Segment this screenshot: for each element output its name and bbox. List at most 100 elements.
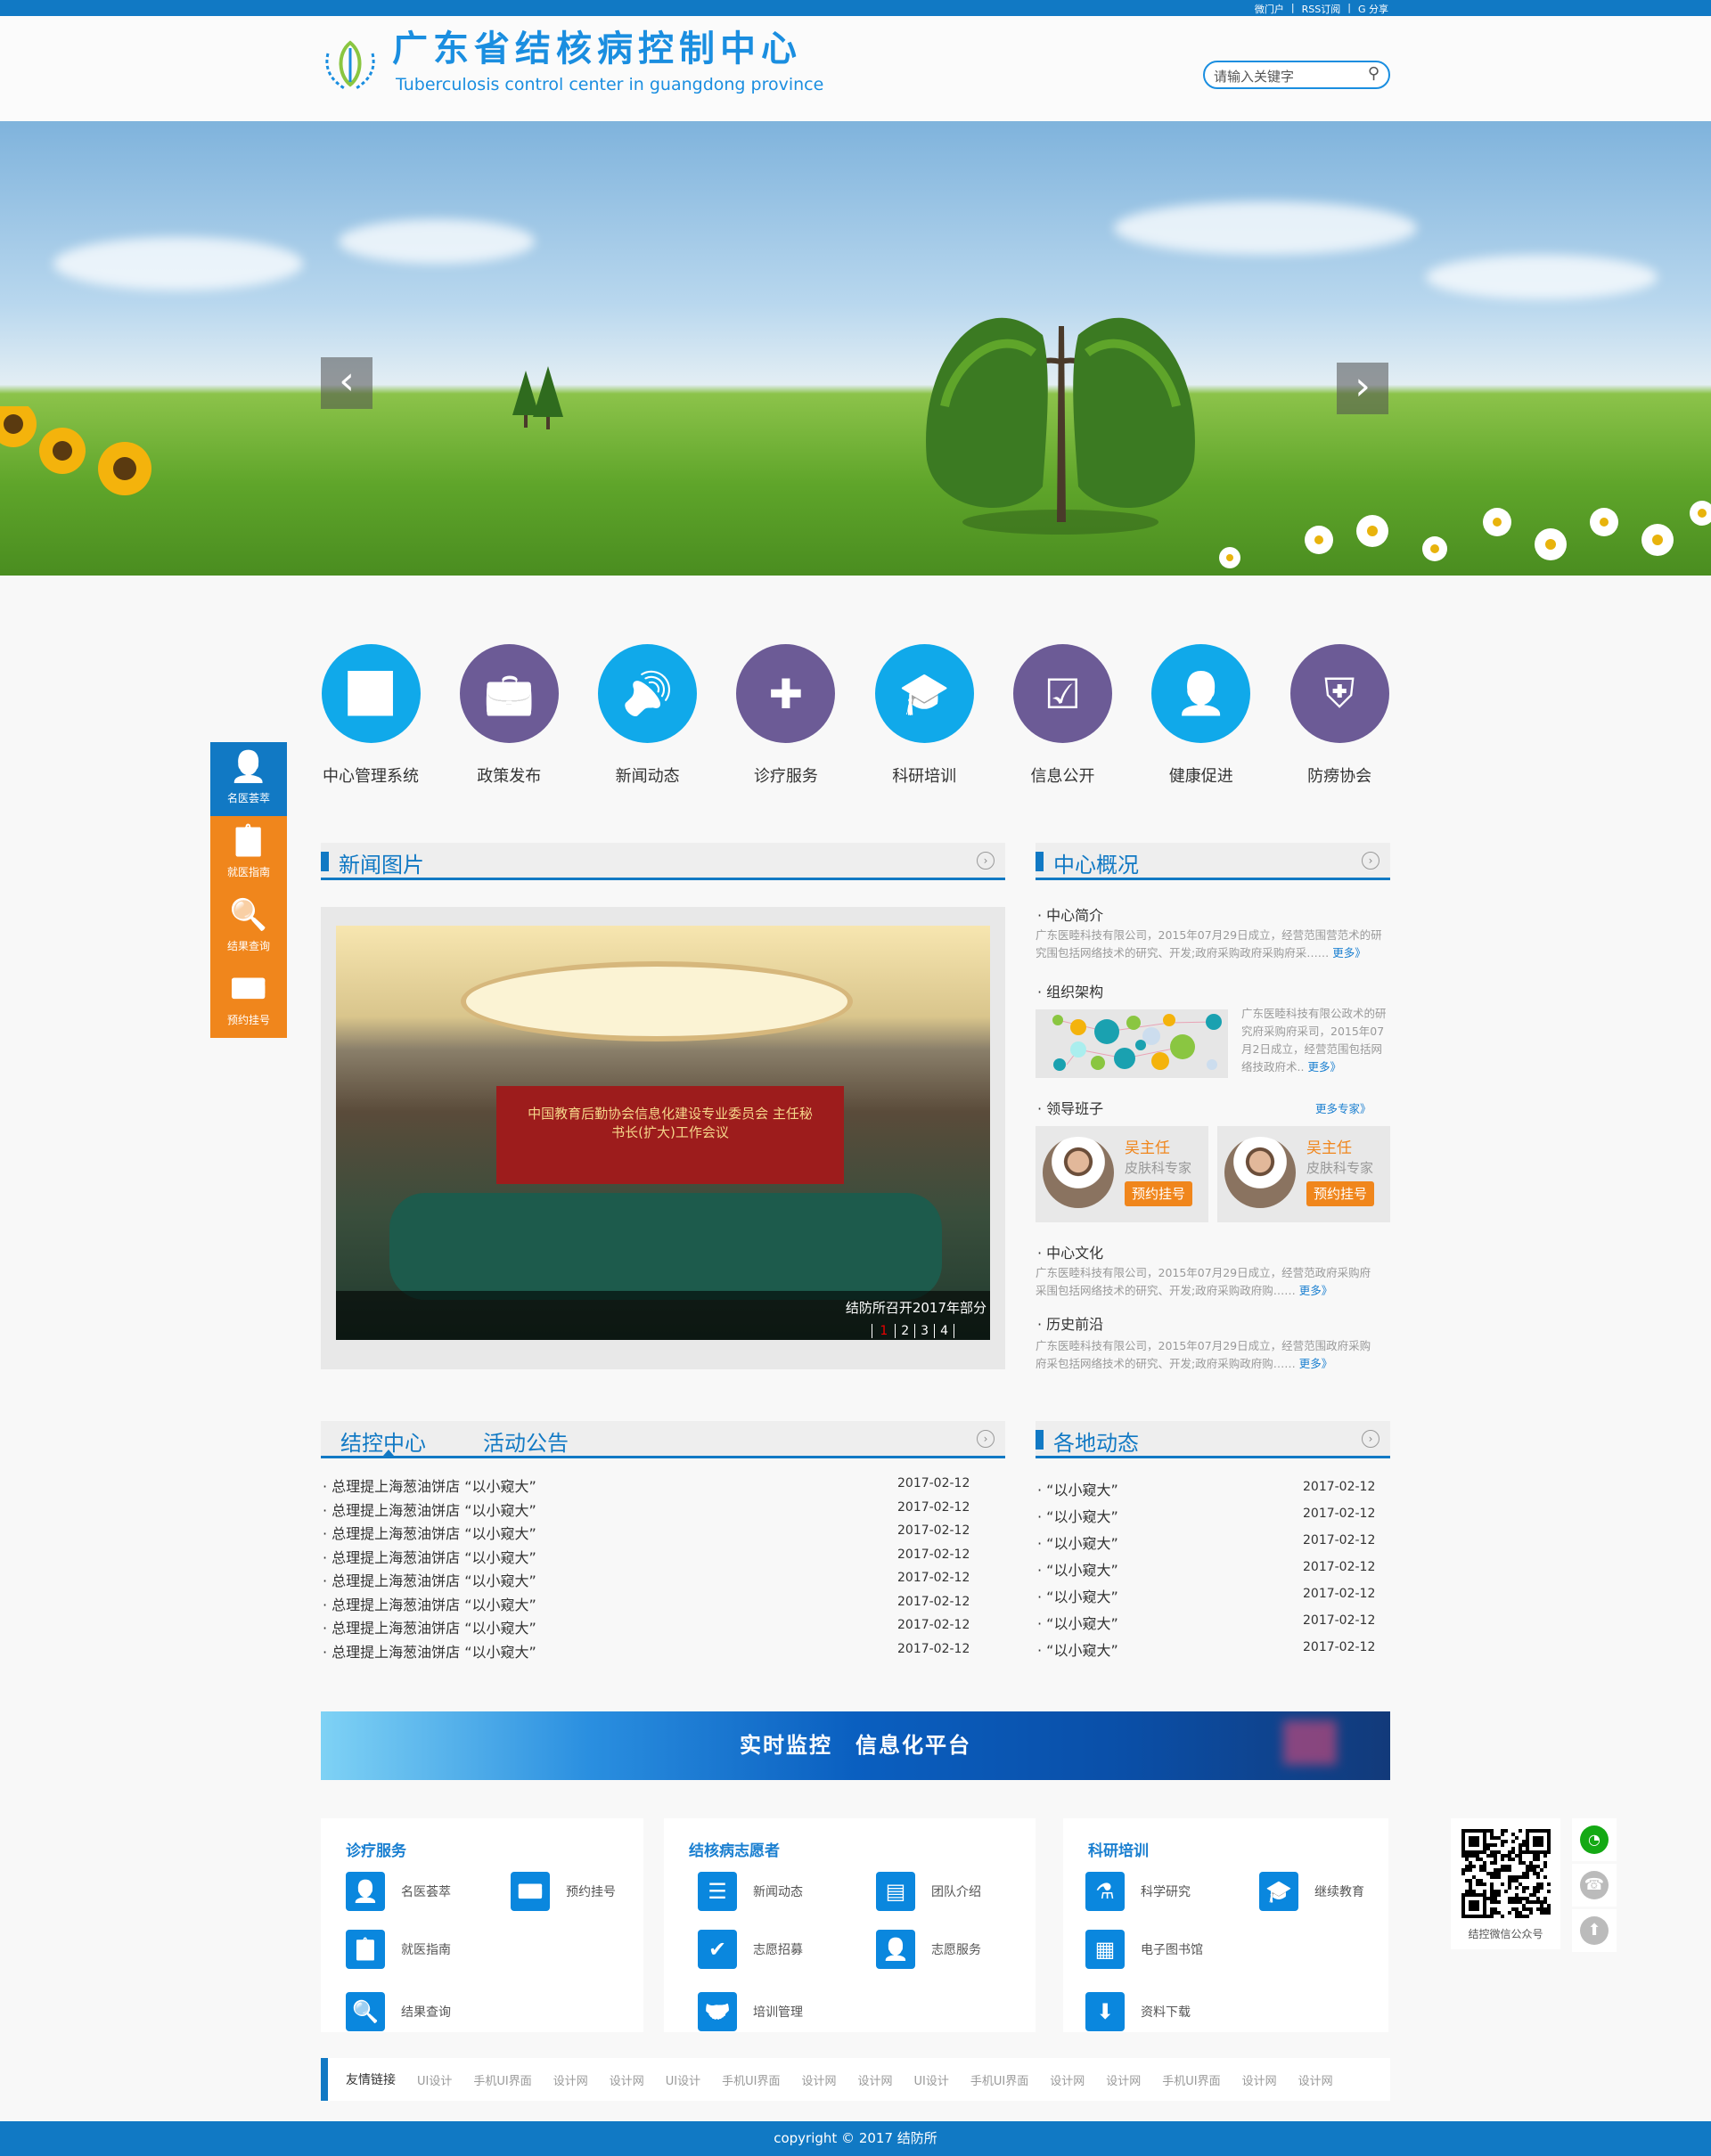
friend-link[interactable]: UI设计	[417, 2071, 452, 2088]
service-item[interactable]: 🔍 结果查询	[346, 1992, 451, 2031]
page-3[interactable]: 3	[915, 1324, 936, 1338]
list-item[interactable]: · 总理提上海葱油饼店 “以小窥大” 2017-02-12	[323, 1593, 973, 1614]
leaders-title[interactable]: · 领导班子	[1037, 1097, 1103, 1118]
book-appointment-button[interactable]: 预约挂号	[1306, 1181, 1374, 1206]
list-item[interactable]: · 总理提上海葱油饼店 “以小窥大” 2017-02-12	[323, 1569, 973, 1590]
copyright: copyright © 2017 结防所	[774, 2130, 937, 2146]
nav-item-2[interactable]: 💼 政策发布	[442, 644, 576, 787]
share-link[interactable]: G 分享	[1358, 2, 1388, 16]
more-link[interactable]: 更多》	[1332, 946, 1366, 960]
intro-title[interactable]: · 中心简介	[1037, 903, 1103, 925]
rss-link[interactable]: RSS订阅	[1302, 2, 1341, 16]
more-link[interactable]: 更多》	[1299, 1357, 1333, 1370]
service-item[interactable]: ⚗ 科学研究	[1085, 1872, 1191, 1911]
list-item[interactable]: · 总理提上海葱油饼店 “以小窥大” 2017-02-12	[323, 1640, 973, 1662]
friend-link[interactable]: 设计网	[857, 2071, 892, 2088]
org-structure-image[interactable]	[1036, 1009, 1228, 1078]
search-icon[interactable]: ⚲	[1368, 64, 1379, 83]
list-item[interactable]: · 总理提上海葱油饼店 “以小窥大” 2017-02-12	[323, 1616, 973, 1637]
page-2[interactable]: 2	[896, 1324, 916, 1338]
friend-link[interactable]: 手机UI界面	[473, 2071, 531, 2088]
friend-link[interactable]: 手机UI界面	[970, 2071, 1028, 2088]
list-item[interactable]: · “以小窥大” 2017-02-12	[1037, 1531, 1385, 1553]
nav-item-6[interactable]: ☑ 信息公开	[996, 644, 1130, 787]
friend-link[interactable]: UI设计	[914, 2071, 949, 2088]
list-item[interactable]: · 总理提上海葱油饼店 “以小窥大” 2017-02-12	[323, 1499, 973, 1520]
list-item[interactable]: · “以小窥大” 2017-02-12	[1037, 1478, 1385, 1499]
monitoring-banner[interactable]: 实时监控 信息化平台	[321, 1711, 1390, 1780]
service-item[interactable]: 🪪 预约挂号	[511, 1872, 616, 1911]
list-item[interactable]: · “以小窥大” 2017-02-12	[1037, 1612, 1385, 1633]
list-item[interactable]: · “以小窥大” 2017-02-12	[1037, 1505, 1385, 1526]
micro-portal-link[interactable]: 微门户	[1255, 2, 1284, 16]
news-photo[interactable]: 中国教育后勤协会信息化建设专业委员会 主任秘书长(扩大)工作会议 结防所召开20…	[336, 926, 990, 1340]
service-item[interactable]: 👤 名医荟萃	[346, 1872, 451, 1911]
list-item[interactable]: · “以小窥大” 2017-02-12	[1037, 1638, 1385, 1660]
org-title[interactable]: · 组织架构	[1037, 980, 1103, 1001]
phone-button[interactable]: ☎	[1572, 1864, 1617, 1907]
list-item[interactable]: · “以小窥大” 2017-02-12	[1037, 1558, 1385, 1580]
service-item[interactable]: 👤 志愿服务	[876, 1930, 981, 1969]
nav-item-5[interactable]: 🎓 科研培训	[857, 644, 991, 787]
nav-item-8[interactable]: ⛨ 防痨协会	[1273, 644, 1406, 787]
culture-title[interactable]: · 中心文化	[1037, 1241, 1103, 1262]
friend-link[interactable]: 设计网	[1242, 2071, 1277, 2088]
wechat-button[interactable]: ◔	[1572, 1818, 1617, 1861]
friend-link[interactable]: 设计网	[610, 2071, 644, 2088]
nav-item-1[interactable]: 📈 中心管理系统	[304, 644, 438, 787]
sidebar-item-2[interactable]: 📋 就医指南	[210, 816, 287, 890]
nav-label: 信息公开	[1030, 767, 1095, 786]
service-item[interactable]: 📋 就医指南	[346, 1930, 451, 1969]
more-arrow-icon[interactable]: ›	[1362, 852, 1379, 870]
friend-link[interactable]: 手机UI界面	[722, 2071, 780, 2088]
back-to-top-button[interactable]: ⬆	[1572, 1909, 1617, 1952]
daisies-image	[1219, 501, 1711, 568]
leader-card[interactable]: 吴主任 皮肤科专家 预约挂号	[1036, 1126, 1208, 1222]
friend-link[interactable]: 设计网	[1298, 2071, 1333, 2088]
more-link[interactable]: 更多》	[1307, 1060, 1341, 1074]
service-item[interactable]: ✔ 志愿招募	[698, 1930, 803, 1969]
service-item[interactable]: ☰ 新闻动态	[698, 1872, 803, 1911]
nav-item-4[interactable]: ✚ 诊疗服务	[719, 644, 853, 787]
tab-announcements[interactable]: 活动公告	[483, 1425, 569, 1457]
qr-code-image[interactable]	[1461, 1829, 1551, 1918]
friend-link[interactable]: 设计网	[1050, 2071, 1085, 2088]
arrow-up-icon: ⬆	[1580, 1916, 1609, 1945]
nav-item-7[interactable]: 👤 健康促进	[1134, 644, 1268, 787]
history-title[interactable]: · 历史前沿	[1037, 1312, 1103, 1334]
leader-card[interactable]: 吴主任 皮肤科专家 预约挂号	[1217, 1126, 1390, 1222]
nav-item-3[interactable]: 🔊 新闻动态	[581, 644, 715, 787]
more-arrow-icon[interactable]: ›	[977, 1430, 995, 1448]
search-input[interactable]: 请输入关键字 ⚲	[1203, 61, 1390, 89]
sidebar-item-4[interactable]: 🪪 预约挂号	[210, 964, 287, 1038]
more-arrow-icon[interactable]: ›	[977, 852, 995, 870]
service-item[interactable]: ⬇ 资料下载	[1085, 1992, 1191, 2031]
list-item[interactable]: · 总理提上海葱油饼店 “以小窥大” 2017-02-12	[323, 1474, 973, 1496]
friend-link[interactable]: 设计网	[801, 2071, 836, 2088]
service-item[interactable]: ▤ 团队介绍	[876, 1872, 981, 1911]
carousel-next-button[interactable]: ›	[1337, 363, 1388, 414]
friend-link[interactable]: UI设计	[666, 2071, 700, 2088]
carousel-prev-button[interactable]: ‹	[321, 357, 372, 409]
sidebar-item-3[interactable]: 🔍 结果查询	[210, 890, 287, 964]
tabs-header: 结控中心 活动公告 ›	[321, 1421, 1005, 1458]
service-item[interactable]: ▦ 电子图书馆	[1085, 1930, 1203, 1969]
book-appointment-button[interactable]: 预约挂号	[1125, 1181, 1192, 1206]
more-experts-link[interactable]: 更多专家》	[1315, 1099, 1371, 1116]
list-item[interactable]: · 总理提上海葱油饼店 “以小窥大” 2017-02-12	[323, 1546, 973, 1567]
more-arrow-icon[interactable]: ›	[1362, 1430, 1379, 1448]
sidebar-label: 结果查询	[226, 940, 270, 952]
item-title: “以小窥大”	[1046, 1508, 1118, 1525]
sidebar-item-1[interactable]: 👤 名医荟萃	[210, 742, 287, 816]
service-item[interactable]: 🤝 培训管理	[698, 1992, 803, 2031]
service-item[interactable]: 🎓 继续教育	[1259, 1872, 1364, 1911]
friend-link[interactable]: 设计网	[1106, 2071, 1141, 2088]
more-link[interactable]: 更多》	[1299, 1284, 1333, 1297]
list-item[interactable]: · 总理提上海葱油饼店 “以小窥大” 2017-02-12	[323, 1522, 973, 1543]
friend-link[interactable]: 设计网	[553, 2071, 588, 2088]
page-1[interactable]: 1	[872, 1324, 896, 1338]
friend-links-title: 友情链接	[346, 2073, 396, 2087]
friend-link[interactable]: 手机UI界面	[1162, 2071, 1220, 2088]
page-4[interactable]: 4	[935, 1324, 954, 1338]
list-item[interactable]: · “以小窥大” 2017-02-12	[1037, 1585, 1385, 1606]
